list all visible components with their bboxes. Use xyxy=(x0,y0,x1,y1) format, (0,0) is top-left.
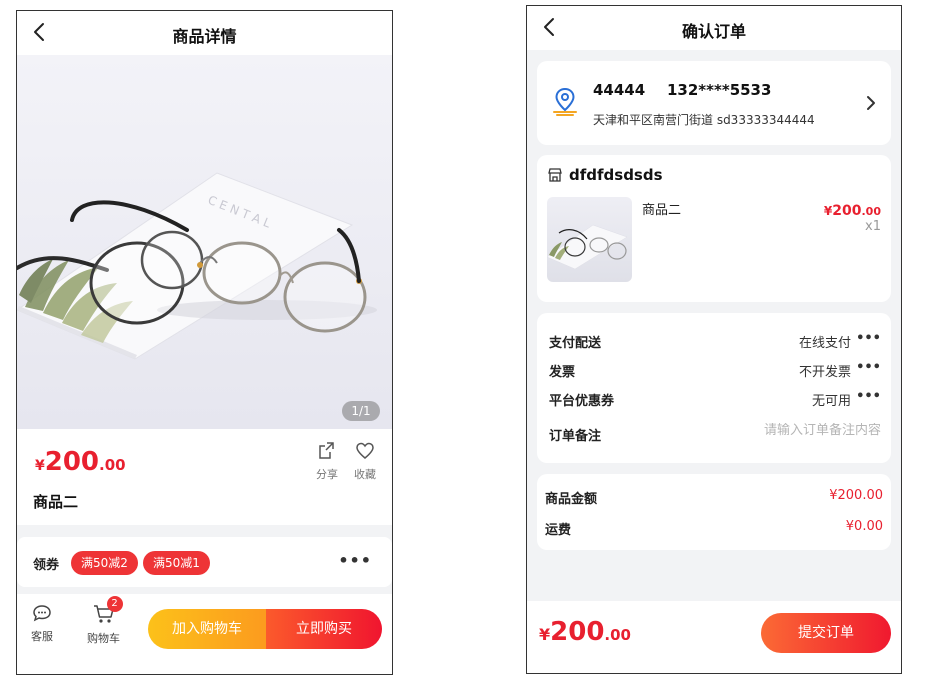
shop-name: dfdfdsdsds xyxy=(569,166,663,184)
cart-button[interactable]: 2 购物车 xyxy=(87,596,123,646)
item-price: ¥200.00 xyxy=(824,200,881,219)
total-decimal: .00 xyxy=(604,626,631,644)
share-label: 分享 xyxy=(316,468,338,481)
total-integer: 200 xyxy=(550,617,605,647)
add-to-cart-button[interactable]: 加入购物车 xyxy=(148,609,266,649)
receiver-phone: 132****5533 xyxy=(667,81,772,99)
product-image[interactable]: C E N T A L 1/1 xyxy=(17,55,392,429)
cart-label: 购物车 xyxy=(87,632,120,645)
shop-card: dfdfdsdsds 商品二 ¥200.00 x1 xyxy=(537,155,891,302)
image-counter: 1/1 xyxy=(342,401,380,421)
shipping-value: ¥0.00 xyxy=(845,519,883,534)
item-price-integer: 200 xyxy=(832,203,862,219)
page-title: 确认订单 xyxy=(681,22,746,41)
address-detail: 天津和平区南营门街道 sd33333344444 xyxy=(593,113,815,127)
more-dots-icon[interactable]: ••• xyxy=(856,389,881,404)
price-integer: 200 xyxy=(44,447,100,477)
coupon-card[interactable]: 领券 满50减2 满50减1 ••• xyxy=(17,537,392,587)
product-header: 商品详情 xyxy=(17,11,392,55)
page-title: 商品详情 xyxy=(172,27,237,46)
coupon-tag[interactable]: 满50减1 xyxy=(143,551,210,575)
coupon-tag[interactable]: 满50减2 xyxy=(71,551,138,575)
more-dots-icon[interactable]: ••• xyxy=(856,331,881,346)
total-currency: ¥ xyxy=(539,625,551,644)
submit-order-button[interactable]: 提交订单 xyxy=(761,613,891,653)
share-button[interactable]: 分享 xyxy=(309,441,345,482)
item-quantity: x1 xyxy=(865,219,881,234)
buy-now-button[interactable]: 立即购买 xyxy=(266,609,382,649)
product-name: 商品二 xyxy=(33,493,79,511)
item-price-decimal: .00 xyxy=(861,205,882,218)
product-price: ¥200.00 xyxy=(35,447,126,477)
address-card[interactable]: 44444 132****5533 天津和平区南营门街道 sd333333444… xyxy=(537,61,891,145)
goods-amount-value: ¥200.00 xyxy=(829,488,883,503)
order-header: 确认订单 xyxy=(527,6,901,50)
more-dots-icon[interactable]: ••• xyxy=(856,360,881,375)
glasses-illustration: C E N T A L xyxy=(17,172,377,360)
cart-badge: 2 xyxy=(106,596,123,612)
favorite-label: 收藏 xyxy=(354,468,376,481)
price-decimal: .00 xyxy=(99,456,126,474)
platform-coupon-value[interactable]: 无可用 xyxy=(812,390,851,409)
order-summary-card: 商品金额 ¥200.00 运费 ¥0.00 xyxy=(537,474,891,550)
item-name: 商品二 xyxy=(642,203,682,218)
invoice-label: 发票 xyxy=(549,365,576,380)
goods-amount-label: 商品金额 xyxy=(545,492,598,507)
location-pin-icon xyxy=(553,87,577,116)
favorite-button[interactable]: 收藏 xyxy=(347,441,383,482)
price-card: ¥200.00 分享 收藏 商品二 xyxy=(17,429,392,525)
item-price-currency: ¥ xyxy=(823,204,833,218)
heart-icon xyxy=(356,442,374,459)
product-detail-screen: 商品详情 C E N T A L 1/1 ¥200.00 分享 收藏 商品二 领… xyxy=(16,10,393,675)
price-currency: ¥ xyxy=(35,458,45,474)
order-bottom-bar: ¥200.00 提交订单 xyxy=(527,601,901,673)
service-label: 客服 xyxy=(31,630,53,643)
more-dots-icon[interactable]: ••• xyxy=(338,551,372,570)
payment-value[interactable]: 在线支付 xyxy=(799,332,851,351)
invoice-value[interactable]: 不开发票 xyxy=(799,361,851,380)
coupon-label: 领券 xyxy=(33,558,60,573)
chevron-right-icon[interactable] xyxy=(865,94,877,112)
glasses-thumbnail xyxy=(547,224,628,270)
confirm-order-screen: 确认订单 44444 132****5533 天津和平区南营门街道 sd3333… xyxy=(526,5,902,674)
shipping-label: 运费 xyxy=(545,523,572,538)
item-thumbnail[interactable] xyxy=(547,197,632,282)
chat-icon xyxy=(33,605,51,622)
order-note-input[interactable] xyxy=(681,423,881,438)
order-total: ¥200.00 xyxy=(539,617,631,647)
receiver-name: 44444 xyxy=(593,81,646,99)
store-icon xyxy=(548,168,562,182)
share-icon xyxy=(319,442,334,459)
order-note-label: 订单备注 xyxy=(549,429,602,444)
payment-label: 支付配送 xyxy=(549,336,602,351)
service-button[interactable]: 客服 xyxy=(31,604,53,644)
order-options-card: 支付配送 在线支付 ••• 发票 不开发票 ••• 平台优惠券 无可用 ••• … xyxy=(537,313,891,463)
platform-coupon-label: 平台优惠券 xyxy=(549,394,615,409)
bottom-action-bar: 客服 2 购物车 加入购物车 立即购买 xyxy=(17,594,392,674)
